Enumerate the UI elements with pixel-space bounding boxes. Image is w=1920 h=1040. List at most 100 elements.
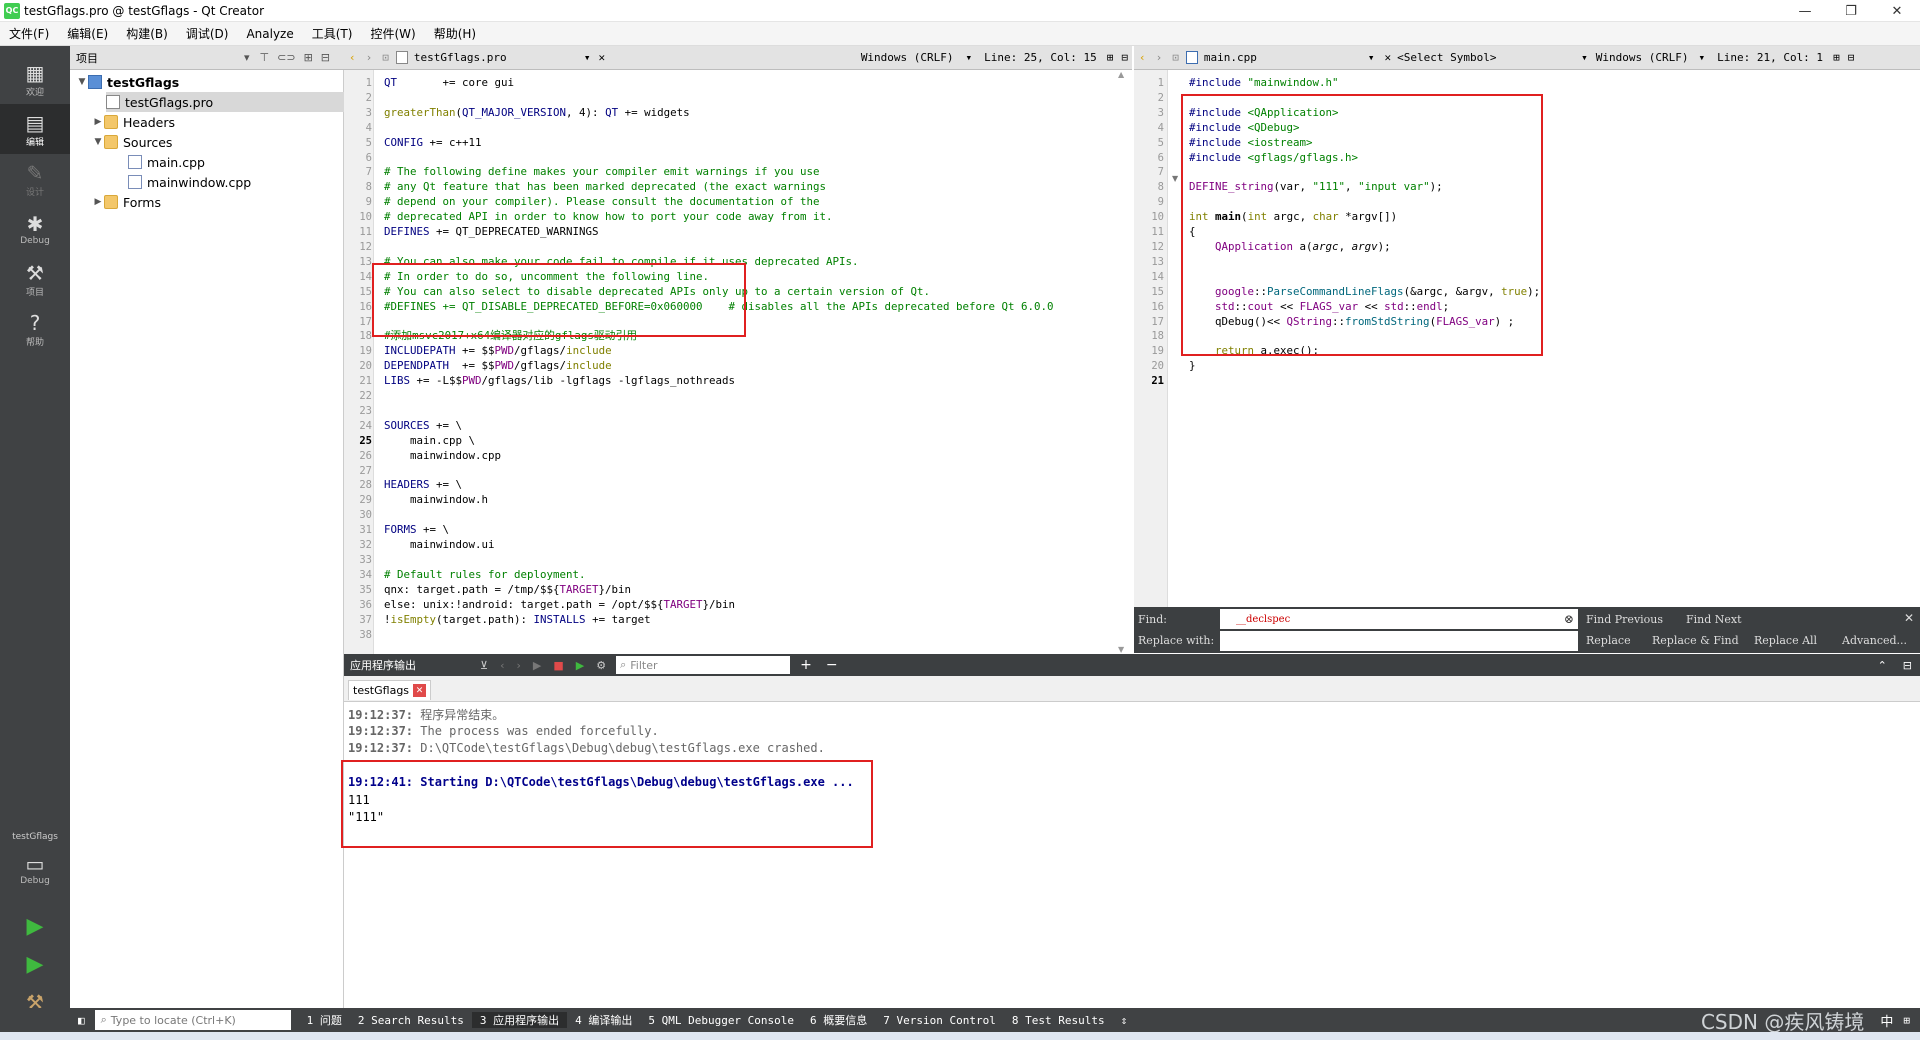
close-panel-icon[interactable]: ⊟	[317, 51, 334, 64]
locate-input[interactable]: ⌕ Type to locate (Ctrl+K)	[94, 1010, 291, 1030]
next-icon[interactable]: ›	[510, 659, 526, 672]
stop-icon[interactable]: ■	[547, 659, 569, 672]
close-find-icon[interactable]: ✕	[1904, 611, 1914, 625]
tree-item-headers[interactable]: ▶ Headers	[92, 112, 176, 132]
project-panel-title[interactable]: 项目	[70, 50, 238, 66]
tree-item-sources[interactable]: ▼ Sources	[92, 132, 173, 152]
maximize-icon[interactable]: ❐	[1828, 0, 1874, 22]
pro-file-icon	[395, 51, 408, 64]
right-editor-encoding[interactable]: Windows (CRLF)	[1592, 51, 1693, 64]
find-previous-button[interactable]: Find Previous	[1586, 613, 1663, 626]
left-editor-position[interactable]: Line: 25, Col: 15	[978, 51, 1103, 64]
rerun-icon[interactable]: ▶	[527, 659, 547, 672]
zoom-out-icon[interactable]: −	[822, 657, 842, 673]
close-file-icon[interactable]: ✕	[1379, 51, 1398, 64]
prev-icon[interactable]: ‹	[494, 659, 510, 672]
attach-icon[interactable]: ⊻	[474, 659, 494, 672]
split-icon[interactable]: ⊞	[1829, 51, 1844, 64]
output-tab-test-results[interactable]: 8 Test Results	[1004, 1014, 1113, 1027]
replace-input[interactable]	[1220, 631, 1578, 651]
tree-item-pro-file[interactable]: testGflags.pro	[106, 92, 344, 112]
filter-input[interactable]: ⌕ Filter	[616, 656, 791, 674]
close-icon[interactable]: ✕	[1874, 0, 1920, 22]
debug-run-icon[interactable]: ▶	[22, 952, 48, 978]
toggle-sidebar-icon[interactable]: ◧	[0, 1014, 91, 1027]
forward-icon[interactable]: ›	[1151, 51, 1168, 64]
split-icon[interactable]: ⊞	[1103, 51, 1118, 64]
close-split-icon[interactable]: ⊟	[1117, 51, 1132, 64]
menu-edit[interactable]: 编辑(E)	[58, 25, 117, 42]
mode-edit[interactable]: ▤ 编辑	[0, 104, 70, 154]
application-output[interactable]: 19:12:37: 程序异常结束。 19:12:37: The process …	[341, 702, 1920, 1008]
close-split-icon[interactable]: ⊟	[1844, 51, 1859, 64]
dropdown-icon[interactable]: ▾	[238, 51, 256, 64]
find-input[interactable]: __declspec ⊗	[1220, 609, 1578, 629]
debug-rerun-icon[interactable]: ▶	[570, 659, 590, 672]
tree-root[interactable]: ▼ testGflags	[76, 72, 180, 92]
run-icon[interactable]: ▶	[22, 914, 48, 940]
output-tab[interactable]: testGflags ✕	[348, 680, 432, 700]
forward-icon[interactable]: ›	[361, 51, 378, 64]
more-tabs-icon[interactable]: ⇕	[1113, 1014, 1136, 1027]
left-editor-encoding[interactable]: Windows (CRLF)	[861, 51, 960, 64]
output-tab-version-control[interactable]: 7 Version Control	[875, 1014, 1004, 1027]
output-tab-application-output[interactable]: 3 应用程序输出	[471, 1012, 568, 1028]
menu-help[interactable]: 帮助(H)	[425, 25, 485, 42]
left-code-editor[interactable]: 1 2 3 4 5 6 7 8 9 10 11 12 13 14 15 16 17 18 19 20 21 22 23 24 2…	[344, 70, 1132, 654]
tree-item-main-cpp[interactable]: main.cpp	[128, 152, 205, 172]
minimize-icon[interactable]: —	[1782, 0, 1828, 22]
filter-icon[interactable]: ⊤	[256, 51, 274, 64]
back-icon[interactable]: ‹	[1134, 51, 1151, 64]
close-tab-icon[interactable]: ✕	[413, 684, 427, 697]
close-pane-icon[interactable]: ⊟	[1895, 659, 1920, 672]
file-dropdown-icon[interactable]: ▾	[1364, 51, 1379, 64]
menu-tools[interactable]: 工具(T)	[303, 25, 362, 42]
maximize-pane-icon[interactable]: ⌃	[1870, 659, 1895, 672]
menu-window[interactable]: 控件(W)	[361, 25, 424, 42]
advanced-button[interactable]: Advanced...	[1842, 634, 1907, 647]
tree-item-forms[interactable]: ▶ Forms	[92, 192, 161, 212]
mode-projects[interactable]: ⚒ 项目	[0, 254, 70, 304]
find-next-button[interactable]: Find Next	[1686, 613, 1742, 626]
replace-button[interactable]: Replace	[1586, 634, 1631, 647]
mode-debug[interactable]: ✱ Debug	[0, 204, 70, 254]
menu-debug[interactable]: 调试(D)	[177, 25, 238, 42]
output-tabs: testGflags ✕	[344, 676, 1920, 702]
fold-icon[interactable]: ▼	[1172, 174, 1178, 183]
replace-find-button[interactable]: Replace & Find	[1652, 634, 1739, 647]
output-tab-general-messages[interactable]: 6 概要信息	[802, 1012, 875, 1028]
right-editor-position[interactable]: Line: 21, Col: 1	[1711, 51, 1829, 64]
zoom-in-icon[interactable]: +	[790, 657, 822, 673]
file-dropdown-icon[interactable]: ▾	[580, 51, 595, 64]
menu-file[interactable]: 文件(F)	[0, 25, 58, 42]
encoding-dropdown-icon[interactable]: ▾	[1692, 51, 1711, 64]
replace-all-button[interactable]: Replace All	[1754, 634, 1817, 647]
clear-icon[interactable]: ⊗	[1564, 612, 1574, 626]
mode-help[interactable]: ? 帮助	[0, 304, 70, 354]
output-tab-issues[interactable]: 1 问题	[299, 1012, 350, 1028]
output-tab-compile-output[interactable]: 4 编译输出	[567, 1012, 640, 1028]
right-code-editor[interactable]: 1 2 3 4 5 6 7 8 9 10 11 12 13 14 15 16 17 18 19 20 21 #inclu…	[1134, 70, 1920, 607]
symbol-dropdown-icon[interactable]: ▾	[1577, 51, 1592, 64]
gear-icon[interactable]: ⚙	[590, 659, 612, 672]
tray-grid-icon[interactable]: ⊞	[1901, 1014, 1920, 1027]
ime-indicator[interactable]: 中	[1872, 1011, 1901, 1030]
symbol-selector[interactable]: <Select Symbol>	[1397, 51, 1577, 64]
output-tab-search-results[interactable]: 2 Search Results	[350, 1014, 472, 1027]
tree-item-mainwindow-cpp[interactable]: mainwindow.cpp	[128, 172, 251, 192]
right-editor-file[interactable]: main.cpp	[1204, 51, 1364, 64]
vertical-scrollbar[interactable]: ▲ ▼	[1118, 70, 1128, 654]
back-icon[interactable]: ‹	[344, 51, 361, 64]
mode-welcome[interactable]: ▦ 欢迎	[0, 54, 70, 104]
mode-design[interactable]: ✎ 设计	[0, 154, 70, 204]
menu-build[interactable]: 构建(B)	[117, 25, 177, 42]
output-tab-qml-console[interactable]: 5 QML Debugger Console	[640, 1014, 802, 1027]
kit-selector[interactable]: ▭ Debug	[0, 844, 70, 894]
close-file-icon[interactable]: ✕	[595, 51, 610, 64]
menu-analyze[interactable]: Analyze	[237, 27, 302, 41]
pro-file-code[interactable]: QT += core gui greaterThan(QT_MAJOR_VERS…	[384, 76, 1054, 628]
left-editor-file[interactable]: testGflags.pro	[414, 51, 580, 64]
split-icon[interactable]: ⊞	[300, 51, 317, 64]
encoding-dropdown-icon[interactable]: ▾	[960, 51, 979, 64]
link-icon[interactable]: ⊂⊃	[273, 51, 299, 64]
